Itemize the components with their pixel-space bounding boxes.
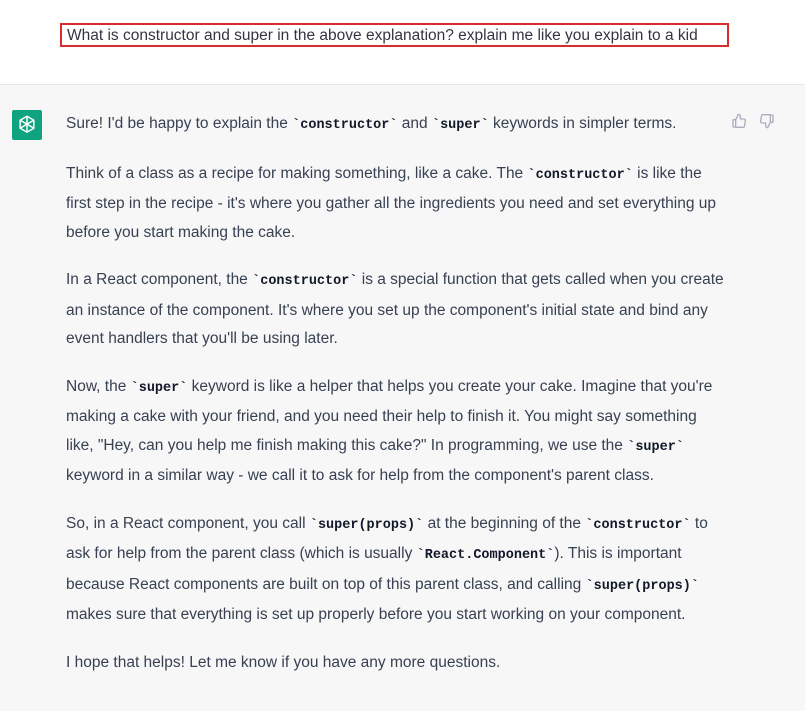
- inline-code: `constructor`: [585, 517, 691, 533]
- inline-code: `constructor`: [252, 274, 358, 289]
- inline-code: `super`: [130, 380, 188, 396]
- paragraph-text: keywords in simpler terms.: [488, 115, 677, 132]
- paragraph-text: So, in a React component, you call: [66, 514, 310, 532]
- openai-logo-icon: [12, 110, 42, 140]
- paragraph-text: I hope that helps! Let me know if you ha…: [66, 653, 501, 671]
- assistant-message-row: Sure! I'd be happy to explain the `const…: [0, 85, 805, 711]
- inline-code: `constructor`: [527, 167, 633, 183]
- paragraph-text: at the beginning of the: [423, 514, 586, 532]
- paragraph-text: Now, the: [66, 377, 131, 395]
- paragraph-text: In a React component, the: [66, 271, 253, 288]
- inline-code: `React.Component`: [416, 548, 555, 563]
- paragraph-text: Think of a class as a recipe for making …: [66, 164, 528, 182]
- thumbs-up-icon[interactable]: [731, 113, 747, 129]
- inline-code: `super`: [627, 439, 684, 455]
- user-message-row: What is constructor and super in the abo…: [0, 0, 805, 85]
- thumbs-down-icon[interactable]: [759, 113, 775, 129]
- assistant-paragraph: Think of a class as a recipe for making …: [66, 160, 726, 248]
- assistant-paragraph: So, in a React component, you call `supe…: [66, 510, 726, 630]
- feedback-buttons: [731, 113, 775, 129]
- paragraph-text: Sure! I'd be happy to explain the: [66, 115, 293, 132]
- paragraph-text: makes sure that everything is set up pro…: [66, 606, 686, 623]
- assistant-paragraph: I hope that helps! Let me know if you ha…: [66, 649, 726, 678]
- inline-code: `super(props)`: [585, 578, 699, 594]
- paragraph-text: keyword in a similar way - we call it to…: [66, 467, 654, 484]
- inline-code: `super(props)`: [309, 517, 424, 533]
- assistant-message: Sure! I'd be happy to explain the `const…: [66, 110, 726, 696]
- assistant-paragraph: Now, the `super` keyword is like a helpe…: [66, 373, 726, 491]
- user-message: What is constructor and super in the abo…: [60, 23, 729, 47]
- inline-code: `constructor`: [292, 118, 398, 133]
- assistant-paragraph: In a React component, the `constructor` …: [66, 266, 726, 354]
- paragraph-text: and: [397, 115, 432, 132]
- assistant-paragraph: Sure! I'd be happy to explain the `const…: [66, 110, 726, 141]
- inline-code: `super`: [431, 118, 489, 133]
